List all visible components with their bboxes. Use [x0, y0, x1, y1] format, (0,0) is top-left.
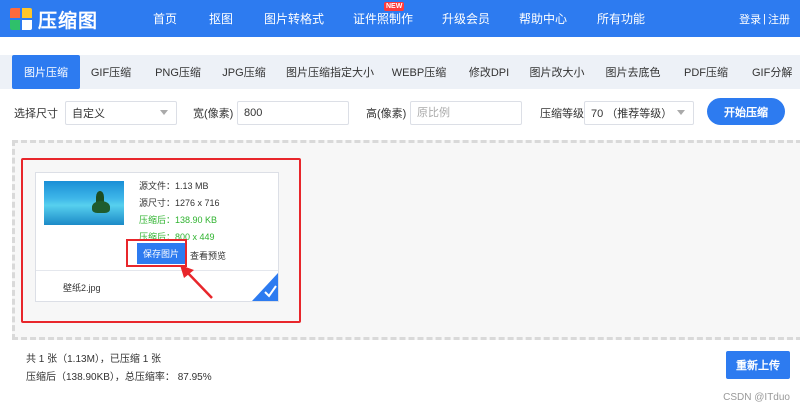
register-link[interactable]: 注册 [768, 11, 790, 27]
brand-name: 压缩图 [38, 10, 99, 32]
tab-jpg-compress[interactable]: JPG压缩 [217, 55, 271, 89]
tab-gif-split[interactable]: GIF分解 [746, 55, 800, 89]
tab-compress-to-size[interactable]: 图片压缩指定大小 [282, 55, 378, 89]
summary-count: 共 1 张（1.13M），已压缩 1 张 [26, 354, 162, 365]
size-label: 选择尺寸 [14, 108, 58, 120]
level-label: 压缩等级 [540, 108, 584, 120]
logo-icon [10, 8, 32, 30]
tool-tabs: 图片压缩 GIF压缩 PNG压缩 JPG压缩 图片压缩指定大小 WEBP压缩 修… [0, 55, 800, 89]
compression-level-select[interactable]: 70 （推荐等级） [584, 101, 694, 125]
auth-separator: | [763, 12, 766, 25]
chevron-down-icon [160, 110, 168, 115]
size-select-value: 自定义 [72, 108, 105, 120]
nav-item-vip[interactable]: 升级会员 [442, 0, 490, 37]
tab-remove-background[interactable]: 图片去底色 [602, 55, 664, 89]
site-logo[interactable]: 压缩图 [10, 6, 98, 32]
chevron-down-icon [677, 110, 685, 115]
start-compress-button[interactable]: 开始压缩 [707, 98, 785, 125]
height-input[interactable] [410, 101, 522, 125]
size-select[interactable]: 自定义 [65, 101, 177, 125]
card-divider [36, 270, 278, 271]
nav-item-convert[interactable]: 图片转格式 [264, 0, 324, 37]
tab-pdf-compress[interactable]: PDF压缩 [679, 55, 733, 89]
nav-item-all-features[interactable]: 所有功能 [597, 0, 645, 37]
compression-level-value: 70 （推荐等级） [591, 108, 673, 120]
checkmark-icon [252, 273, 278, 301]
tab-image-compress[interactable]: 图片压缩 [12, 55, 80, 89]
new-badge: NEW [384, 2, 405, 11]
nav-item-help[interactable]: 帮助中心 [519, 0, 567, 37]
tab-gif-compress[interactable]: GIF压缩 [84, 55, 138, 89]
file-name: 壁纸2.jpg [63, 283, 101, 293]
width-input[interactable] [237, 101, 349, 125]
height-label: 高(像素) [366, 108, 407, 120]
source-file-size: 源文件：1.13 MB [139, 181, 209, 191]
reupload-button[interactable]: 重新上传 [726, 351, 790, 379]
summary-ratio: 压缩后（138.90KB），总压缩率： 87.95% [26, 372, 212, 383]
tab-webp-compress[interactable]: WEBP压缩 [388, 55, 450, 89]
nav-item-home[interactable]: 首页 [153, 0, 177, 37]
source-dimensions: 源尺寸：1276 x 716 [139, 198, 220, 208]
width-label: 宽(像素) [193, 108, 234, 120]
image-thumbnail[interactable] [44, 181, 124, 225]
login-link[interactable]: 登录 [739, 11, 761, 27]
watermark: CSDN @ITduo [723, 392, 790, 403]
preview-link[interactable]: 查看预览 [190, 249, 226, 262]
tab-modify-dpi[interactable]: 修改DPI [462, 55, 516, 89]
annotation-arrow-icon [180, 265, 213, 299]
tab-resize[interactable]: 图片改大小 [526, 55, 588, 89]
top-navigation-bar: 压缩图 首页 抠图 图片转格式 证件照制作 NEW 升级会员 帮助中心 所有功能… [0, 0, 800, 37]
tab-png-compress[interactable]: PNG压缩 [148, 55, 208, 89]
nav-item-cutout[interactable]: 抠图 [209, 0, 233, 37]
auth-links: 登录 | 注册 [739, 0, 790, 37]
compressed-file-size: 压缩后：138.90 KB [139, 215, 218, 225]
